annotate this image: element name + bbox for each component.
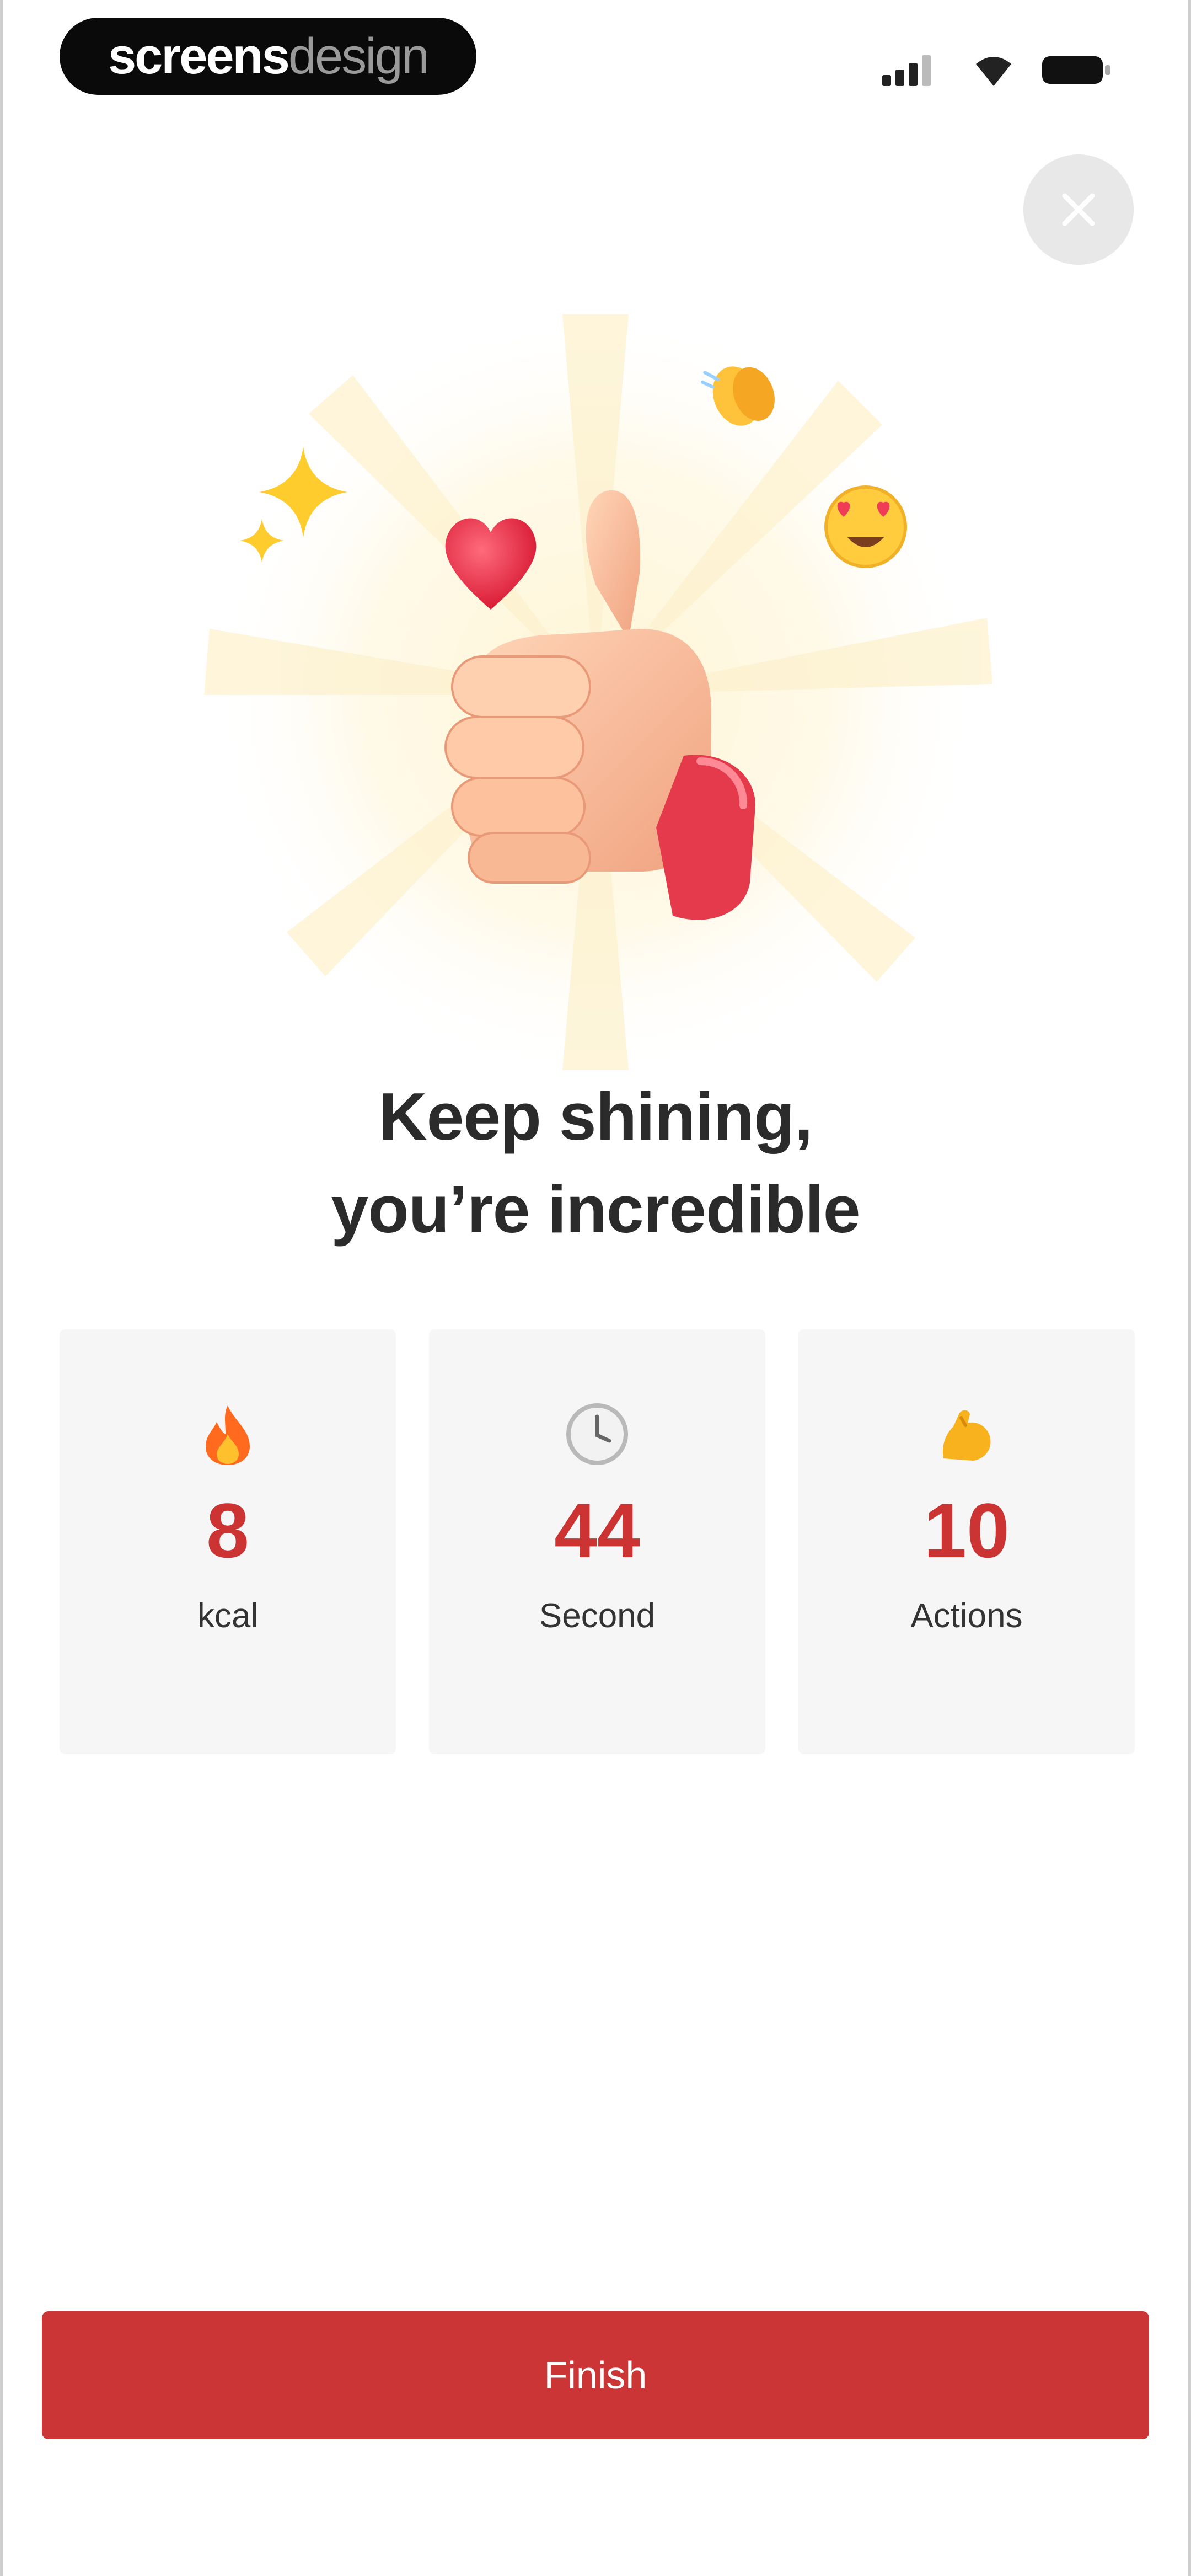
headline-line-1: Keep shining, xyxy=(378,1079,813,1154)
heart-eyes-icon xyxy=(824,485,907,568)
stat-value: 44 xyxy=(554,1487,640,1574)
headline-line-2: you’re incredible xyxy=(331,1172,860,1247)
stat-card-actions: 10 Actions xyxy=(798,1329,1135,1754)
stat-label: Actions xyxy=(910,1597,1023,1635)
wifi-icon xyxy=(976,57,1011,86)
stat-card-kcal: 8 kcal xyxy=(60,1329,396,1754)
clock-icon xyxy=(566,1403,628,1465)
brand-bold-text: screens xyxy=(108,28,290,84)
thumbs-up-celebration-illustration xyxy=(204,309,993,1081)
headline: Keep shining, you’re incredible xyxy=(0,1070,1191,1255)
stat-label: Second xyxy=(539,1597,656,1635)
close-button[interactable] xyxy=(1023,154,1134,265)
stat-label: kcal xyxy=(197,1597,259,1635)
stats-row: 8 kcal 44 Second 10 Actions xyxy=(60,1329,1135,1754)
brand-light-text: design xyxy=(288,28,430,84)
brand-watermark: screens design xyxy=(60,18,476,95)
stat-value: 10 xyxy=(924,1487,1010,1574)
status-icons xyxy=(882,55,1110,86)
finish-button[interactable]: Finish xyxy=(42,2311,1149,2439)
flexed-biceps-icon xyxy=(942,1410,991,1461)
battery-icon xyxy=(1042,56,1110,84)
signal-icon xyxy=(882,55,931,86)
stat-value: 8 xyxy=(206,1487,249,1574)
stat-card-seconds: 44 Second xyxy=(429,1329,765,1754)
close-icon xyxy=(1062,193,1095,226)
fire-icon xyxy=(206,1405,250,1465)
